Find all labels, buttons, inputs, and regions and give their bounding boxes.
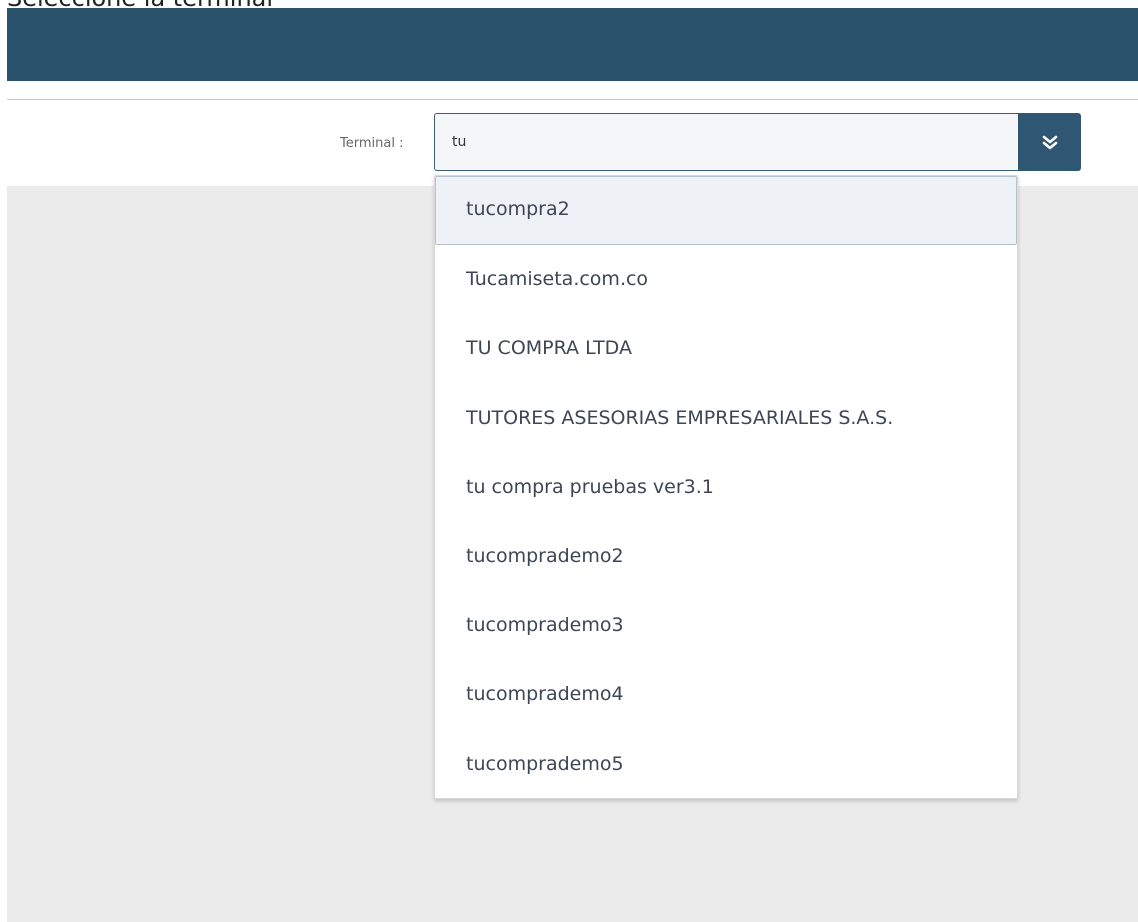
dropdown-item-tucomprademo2[interactable]: tucomprademo2 [435, 522, 1017, 591]
dropdown-item-tucompra2[interactable]: tucompra2 [435, 176, 1017, 246]
dropdown-item-tu-compra-pruebas[interactable]: tu compra pruebas ver3.1 [435, 453, 1017, 522]
dropdown-item-tucomprademo5[interactable]: tucomprademo5 [435, 730, 1017, 799]
terminal-dropdown-list: tucompra2 Tucamiseta.com.co TU COMPRA LT… [434, 175, 1018, 799]
dropdown-item-tucomprademo3[interactable]: tucomprademo3 [435, 591, 1017, 660]
dropdown-item-tucamiseta[interactable]: Tucamiseta.com.co [435, 245, 1017, 314]
dropdown-item-tutores-asesorias[interactable]: TUTORES ASESORIAS EMPRESARIALES S.A.S. [435, 384, 1017, 453]
dropdown-toggle-button[interactable] [1018, 113, 1081, 171]
terminal-search-input[interactable] [434, 113, 1018, 171]
terminal-label: Terminal : [340, 136, 404, 151]
header-bar [7, 8, 1138, 81]
dropdown-item-tucomprademo4[interactable]: tucomprademo4 [435, 660, 1017, 729]
dropdown-item-tu-compra-ltda[interactable]: TU COMPRA LTDA [435, 314, 1017, 383]
double-chevron-down-icon [1042, 135, 1057, 150]
